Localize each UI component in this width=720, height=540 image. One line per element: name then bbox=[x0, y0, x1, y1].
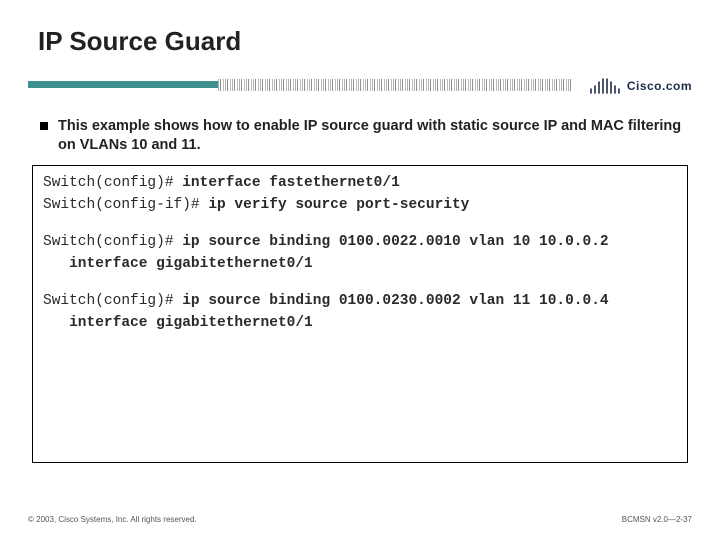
bullet-text: This example shows how to enable IP sour… bbox=[58, 117, 682, 155]
cisco-bridge-icon bbox=[589, 76, 623, 96]
console-line: Switch(config-if)# ip verify source port… bbox=[43, 194, 677, 216]
console-prompt: Switch(config)# bbox=[43, 175, 182, 191]
console-line: Switch(config)# ip source binding 0100.0… bbox=[43, 231, 677, 253]
console-blank bbox=[43, 217, 677, 231]
console-command: ip verify source port-security bbox=[208, 197, 469, 213]
footer-pageref: BCMSN v2.0—2-37 bbox=[622, 515, 692, 524]
bullet-icon bbox=[40, 122, 48, 130]
console-prompt: Switch(config-if)# bbox=[43, 197, 208, 213]
page-title: IP Source Guard bbox=[38, 26, 692, 57]
console-command: ip source binding 0100.0022.0010 vlan 10… bbox=[182, 234, 608, 250]
console-continuation: interface gigabitethernet0/1 bbox=[43, 312, 677, 334]
console-output: Switch(config)# interface fastethernet0/… bbox=[32, 165, 688, 463]
console-line: Switch(config)# interface fastethernet0/… bbox=[43, 172, 677, 194]
console-blank bbox=[43, 276, 677, 290]
barcode-stripe bbox=[218, 79, 572, 91]
console-prompt: Switch(config)# bbox=[43, 234, 182, 250]
footer: © 2003, Cisco Systems, Inc. All rights r… bbox=[28, 515, 692, 524]
cisco-logo: Cisco.com bbox=[589, 73, 692, 99]
console-continuation: interface gigabitethernet0/1 bbox=[43, 253, 677, 275]
divider: Cisco.com bbox=[28, 75, 692, 101]
console-prompt: Switch(config)# bbox=[43, 293, 182, 309]
logo-text: Cisco.com bbox=[627, 79, 692, 93]
footer-copyright: © 2003, Cisco Systems, Inc. All rights r… bbox=[28, 515, 197, 524]
console-command: ip source binding 0100.0230.0002 vlan 11… bbox=[182, 293, 608, 309]
console-command: interface fastethernet0/1 bbox=[182, 175, 400, 191]
console-line: Switch(config)# ip source binding 0100.0… bbox=[43, 290, 677, 312]
slide: IP Source Guard Cisco.com This exa bbox=[0, 0, 720, 540]
bullet-item: This example shows how to enable IP sour… bbox=[40, 117, 682, 155]
accent-bar bbox=[28, 81, 218, 88]
